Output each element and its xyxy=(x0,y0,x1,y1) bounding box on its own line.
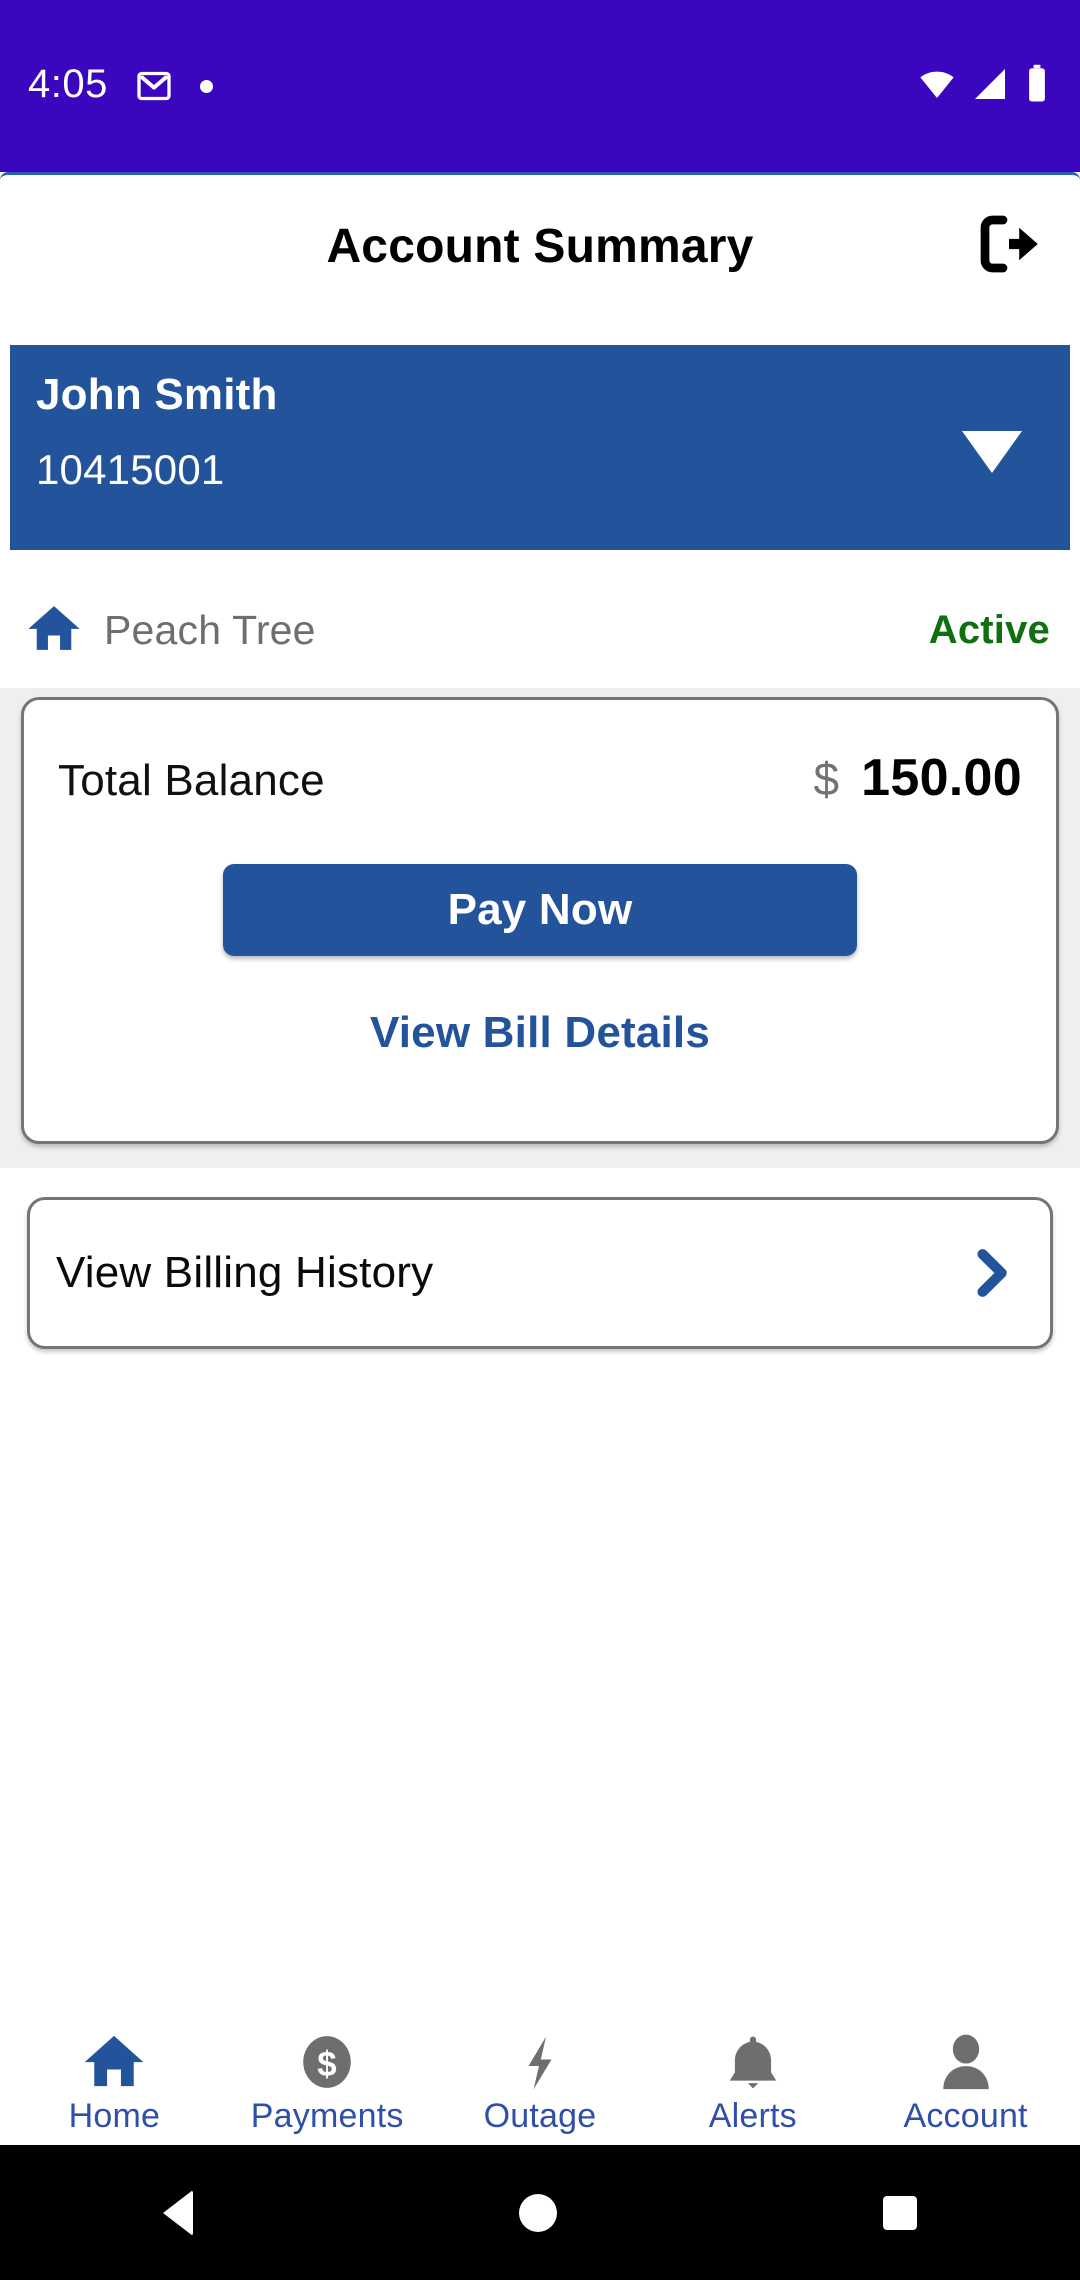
page-title: Account Summary xyxy=(326,219,754,273)
status-bar-clock: 4:05 xyxy=(28,62,108,106)
status-bar-right xyxy=(916,63,1052,110)
svg-text:$: $ xyxy=(317,2045,336,2084)
wifi-icon xyxy=(916,63,958,110)
nav-label-payments: Payments xyxy=(250,2097,404,2135)
nav-item-payments[interactable]: $ Payments xyxy=(221,2023,434,2133)
view-billing-history-label: View Billing History xyxy=(56,1248,434,1297)
nav-label-home: Home xyxy=(68,2097,161,2135)
chevron-right-icon xyxy=(962,1244,1020,1302)
account-selector[interactable]: John Smith 10415001 xyxy=(10,345,1070,550)
status-bar-left: 4:05 xyxy=(28,64,213,108)
nav-item-outage[interactable]: Outage xyxy=(434,2023,647,2133)
account-number: 10415001 xyxy=(36,446,225,494)
total-balance-label: Total Balance xyxy=(58,756,325,805)
balance-card-container: Total Balance $ 150.00 Pay Now View Bill… xyxy=(0,688,1080,1168)
square-recents-icon[interactable] xyxy=(883,2195,917,2230)
nav-item-home[interactable]: Home xyxy=(8,2023,221,2133)
notification-dot-icon xyxy=(199,79,213,93)
bell-icon xyxy=(722,2023,784,2093)
app-header: Account Summary xyxy=(0,172,1080,317)
nav-label-outage: Outage xyxy=(483,2097,597,2135)
currency-symbol: $ xyxy=(813,753,840,805)
balance-row: Total Balance $ 150.00 xyxy=(58,748,1022,808)
nav-label-alerts: Alerts xyxy=(708,2097,797,2135)
battery-icon xyxy=(1022,63,1052,110)
person-icon xyxy=(935,2023,997,2093)
nav-item-alerts[interactable]: Alerts xyxy=(646,2023,859,2133)
total-balance-amount: 150.00 xyxy=(861,749,1022,807)
triangle-back-icon[interactable] xyxy=(163,2189,193,2236)
circle-home-icon[interactable] xyxy=(519,2193,557,2232)
home-icon xyxy=(82,2023,146,2093)
chevron-down-icon[interactable] xyxy=(962,431,1022,473)
nav-item-account[interactable]: Account xyxy=(859,2023,1072,2133)
balance-amount-group: $ 150.00 xyxy=(814,748,1022,808)
premise-row: Peach Tree Active xyxy=(0,588,1080,673)
status-bar: 4:05 xyxy=(0,0,1080,172)
nav-label-account: Account xyxy=(903,2097,1028,2135)
lightning-bolt-icon xyxy=(510,2023,570,2093)
android-system-nav xyxy=(0,2145,1080,2280)
view-billing-history-card[interactable]: View Billing History xyxy=(27,1197,1053,1349)
status-badge: Active xyxy=(928,608,1050,652)
logout-icon xyxy=(973,208,1045,285)
view-bill-details-link[interactable]: View Bill Details xyxy=(58,1008,1022,1058)
home-icon xyxy=(26,600,82,661)
bottom-navigation: Home $ Payments Outage Alerts Account xyxy=(0,2005,1080,2145)
account-holder-name: John Smith xyxy=(36,370,278,419)
premise-label: Peach Tree xyxy=(104,607,316,653)
dollar-circle-icon: $ xyxy=(296,2023,358,2093)
logout-button[interactable] xyxy=(970,207,1048,285)
pay-now-button[interactable]: Pay Now xyxy=(223,864,857,956)
balance-card: Total Balance $ 150.00 Pay Now View Bill… xyxy=(21,697,1059,1144)
premise-left: Peach Tree xyxy=(26,600,316,661)
cellular-signal-icon xyxy=(970,64,1010,109)
gmail-icon xyxy=(134,66,174,106)
